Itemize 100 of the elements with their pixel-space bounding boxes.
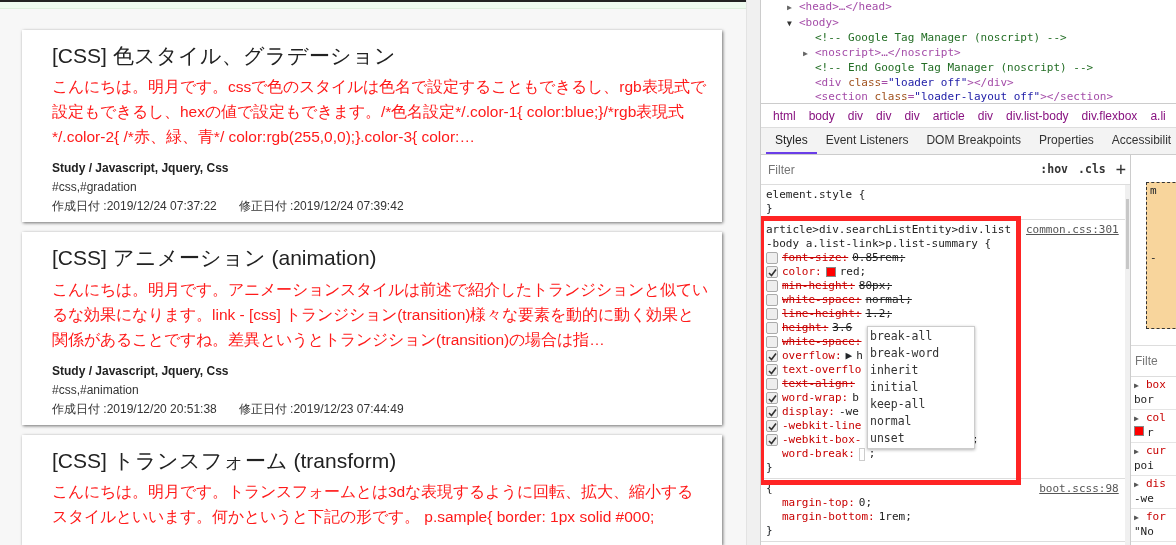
expand-arrow-icon[interactable]: ▶: [803, 46, 815, 61]
property-name[interactable]: -webkit-line: [782, 419, 862, 433]
expand-arrow-icon[interactable]: ▶: [787, 1, 799, 16]
property-value[interactable]: ;: [868, 447, 876, 461]
property-checkbox[interactable]: [766, 280, 778, 292]
html-comment[interactable]: <!-- Google Tag Manager (noscript) -->: [815, 31, 1067, 44]
property-name[interactable]: text-overflo: [782, 363, 862, 377]
breadcrumb-item[interactable]: body: [808, 106, 835, 125]
autocomplete-option[interactable]: break-word: [870, 345, 972, 362]
text-cursor[interactable]: [858, 447, 865, 461]
breadcrumb-item[interactable]: div: [847, 106, 864, 125]
property-value[interactable]: 0;: [858, 496, 873, 510]
property-checkbox[interactable]: [766, 266, 778, 278]
property-name[interactable]: min-height:: [782, 279, 855, 293]
panel-tab[interactable]: DOM Breakpoints: [917, 128, 1031, 154]
autocomplete-option[interactable]: unset: [870, 430, 972, 447]
property-checkbox[interactable]: [766, 336, 778, 348]
computed-property[interactable]: box: [1146, 378, 1166, 391]
computed-property[interactable]: col: [1146, 411, 1166, 424]
property-checkbox[interactable]: [766, 294, 778, 306]
property-value[interactable]: -we: [839, 405, 859, 419]
panel-tab[interactable]: Event Listeners: [816, 128, 918, 154]
property-value[interactable]: red;: [839, 265, 867, 279]
property-value[interactable]: 1rem;: [878, 510, 912, 524]
html-comment[interactable]: <!-- End Google Tag Manager (noscript) -->: [815, 61, 1094, 74]
source-link[interactable]: boot.scss:98: [1039, 482, 1119, 496]
computed-property[interactable]: cur: [1146, 444, 1166, 457]
article-title[interactable]: [CSS] トランスフォーム (transform): [52, 446, 708, 474]
breadcrumb-item[interactable]: html: [773, 106, 796, 125]
property-checkbox[interactable]: [766, 308, 778, 320]
class-button[interactable]: .cls: [1078, 160, 1106, 179]
property-value[interactable]: normal;: [865, 293, 912, 307]
property-value[interactable]: 3.6: [832, 321, 853, 335]
property-name[interactable]: height:: [782, 321, 829, 335]
property-name[interactable]: white-space:: [782, 293, 862, 307]
article-title[interactable]: [CSS] 色スタイル、グラデーション: [52, 42, 708, 70]
property-name[interactable]: text-align:: [782, 377, 855, 391]
breadcrumb-item[interactable]: article: [932, 106, 965, 125]
property-checkbox[interactable]: [766, 378, 778, 390]
html-element[interactable]: <body>: [799, 15, 839, 29]
html-element[interactable]: <section class="loader-layout off"></section>: [815, 90, 1114, 103]
property-name[interactable]: margin-top:: [782, 496, 855, 510]
property-checkbox[interactable]: [766, 350, 778, 362]
property-name[interactable]: color:: [782, 265, 822, 279]
property-checkbox[interactable]: [766, 392, 778, 404]
property-checkbox[interactable]: [766, 420, 778, 432]
source-link[interactable]: common.css:301: [1026, 223, 1119, 251]
property-value[interactable]: 0.85rem;: [852, 251, 906, 265]
computed-property[interactable]: dis: [1146, 477, 1166, 490]
property-checkbox[interactable]: [766, 252, 778, 264]
property-name[interactable]: word-break:: [782, 447, 855, 461]
autocomplete-option[interactable]: initial: [870, 379, 972, 396]
property-value[interactable]: b: [852, 391, 859, 405]
breadcrumb-item[interactable]: div.flexbox: [1081, 106, 1138, 125]
property-name[interactable]: font-size:: [782, 251, 849, 265]
autocomplete-option[interactable]: keep-all: [870, 396, 972, 413]
scrollbar-thumb[interactable]: [1125, 199, 1129, 269]
breadcrumb-item[interactable]: div.list-body: [1006, 106, 1069, 125]
hover-state-button[interactable]: :hov: [1040, 160, 1069, 179]
breadcrumb-item[interactable]: div: [977, 106, 994, 125]
panel-tab[interactable]: Styles: [766, 128, 817, 154]
add-rule-button[interactable]: +: [1115, 156, 1126, 183]
html-element[interactable]: <noscript>…</noscript>: [815, 45, 961, 59]
expand-arrow-icon[interactable]: ▶: [1134, 379, 1146, 393]
property-checkbox[interactable]: [766, 322, 778, 334]
expand-arrow-icon[interactable]: ▶: [1134, 478, 1146, 492]
computed-value: "No: [1134, 525, 1154, 538]
property-name[interactable]: word-wrap:: [782, 391, 849, 405]
breadcrumb-item[interactable]: a.li: [1150, 106, 1166, 125]
property-checkbox[interactable]: [766, 406, 778, 418]
expand-arrow-icon[interactable]: ▶: [1134, 445, 1146, 459]
collapse-arrow-icon[interactable]: ▼: [787, 16, 799, 31]
panel-tab[interactable]: Properties: [1030, 128, 1103, 154]
autocomplete-option[interactable]: inherit: [870, 362, 972, 379]
property-value[interactable]: 80px;: [858, 279, 892, 293]
property-name[interactable]: -webkit-box-: [782, 433, 862, 447]
css-selector[interactable]: article>div.searchListEntity>div.list-body a.list-link>p.list-summary {: [766, 223, 1016, 251]
html-element[interactable]: <head>…</head>: [799, 0, 892, 13]
css-selector[interactable]: element.style {: [766, 188, 1016, 202]
autocomplete-option[interactable]: break-all: [870, 328, 972, 345]
expand-arrow-icon[interactable]: ▶: [1134, 511, 1146, 525]
expand-arrow-icon[interactable]: ▶: [1134, 412, 1146, 426]
breadcrumb-item[interactable]: div: [876, 106, 892, 125]
expand-arrow-icon[interactable]: ▶: [845, 349, 853, 363]
property-name[interactable]: overflow:: [782, 349, 842, 363]
property-name[interactable]: display:: [782, 405, 835, 419]
property-checkbox[interactable]: [766, 434, 778, 446]
article-title[interactable]: [CSS] アニメーション (animation): [52, 244, 708, 272]
breadcrumb-item[interactable]: div: [904, 106, 920, 125]
scrollbar[interactable]: [746, 0, 760, 545]
property-name[interactable]: white-space:: [782, 335, 862, 349]
panel-tab[interactable]: Accessibilit: [1102, 128, 1176, 154]
html-element[interactable]: <div class="loader off"></div>: [815, 75, 1014, 89]
computed-property[interactable]: for: [1146, 510, 1166, 523]
property-value[interactable]: h: [856, 349, 863, 363]
autocomplete-option[interactable]: normal: [870, 413, 972, 430]
property-name[interactable]: margin-bottom:: [782, 510, 875, 524]
property-name[interactable]: line-height:: [782, 307, 862, 321]
property-value[interactable]: 1.2;: [865, 307, 892, 321]
property-checkbox[interactable]: [766, 364, 778, 376]
